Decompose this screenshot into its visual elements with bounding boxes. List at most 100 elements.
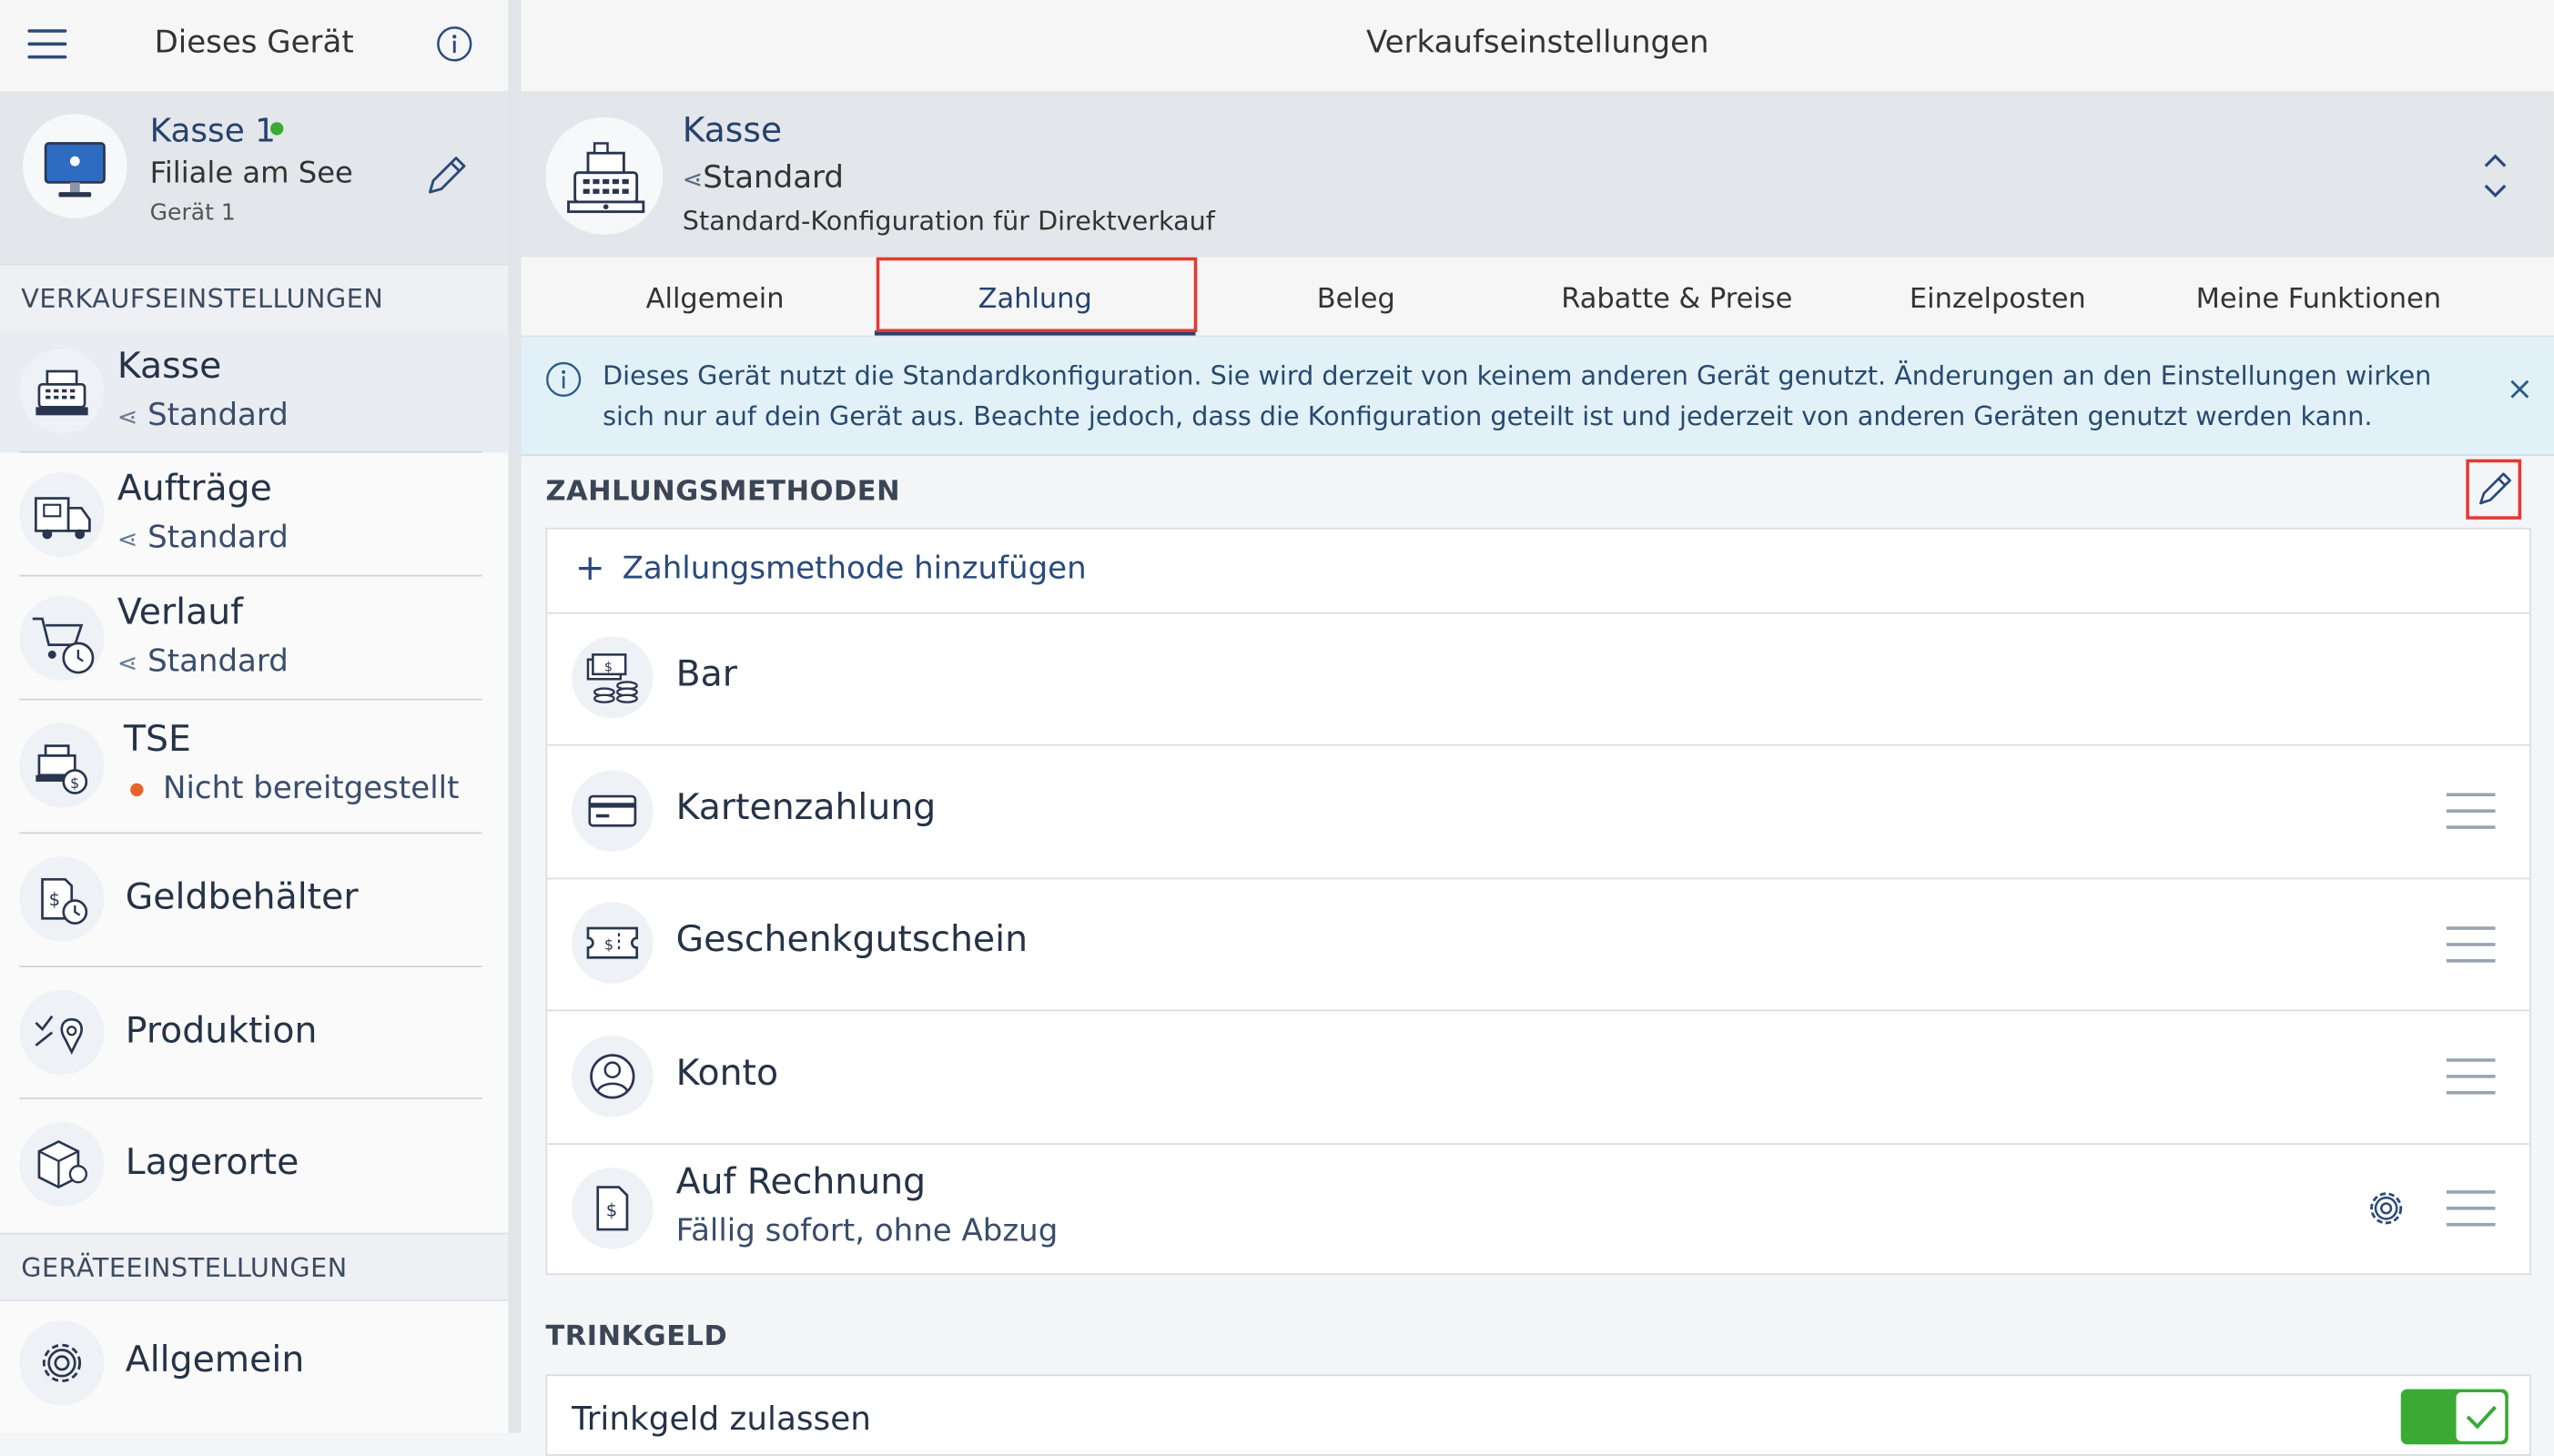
tab-allgemein[interactable]: Allgemein <box>553 258 876 336</box>
config-description: Standard-Konfiguration für Direktverkauf <box>682 205 1215 237</box>
svg-text:$: $ <box>49 889 61 910</box>
sidebar-header: Dieses Gerät <box>0 0 509 92</box>
svg-text:$: $ <box>70 774 79 792</box>
section-sales-label: VERKAUFSEINSTELLUNGEN <box>21 283 384 315</box>
plus-icon: + <box>574 549 605 590</box>
check-icon <box>2456 1392 2506 1441</box>
sidebar-item-label: Allgemein <box>125 1340 305 1381</box>
payment-label: Auf Rechnung <box>675 1162 927 1204</box>
sidebar-item-tse[interactable]: $ TSE Nicht bereitgestellt <box>0 700 508 834</box>
info-banner: Dieses Gerät nutzt die Standardkonfigura… <box>521 337 2554 457</box>
device-branch: Filiale am See <box>149 156 353 191</box>
invoice-icon: $ <box>572 1168 654 1249</box>
highlight-edit-pencil <box>2466 459 2522 520</box>
sidebar-item-label: Kasse <box>117 347 222 388</box>
online-status-dot <box>270 122 284 136</box>
tab-bar: Allgemein Zahlung Beleg Rabatte & Preise… <box>521 257 2554 338</box>
share-icon: ⋖ <box>682 164 704 194</box>
payment-sub: Fällig sofort, ohne Abzug <box>675 1213 1059 1249</box>
payment-row-konto[interactable]: Konto <box>547 1009 2530 1146</box>
tab-rabatte-preise[interactable]: Rabatte & Preise <box>1516 258 1838 336</box>
card-icon <box>572 770 654 852</box>
sidebar-item-label: Produktion <box>125 1011 318 1053</box>
config-card[interactable]: Kasse ⋖Standard Standard-Konfiguration f… <box>521 91 2554 258</box>
payment-label: Kartenzahlung <box>675 788 937 829</box>
voucher-icon: $ <box>572 902 654 984</box>
tip-card: Trinkgeld zulassen <box>545 1374 2531 1456</box>
sidebar-item-label: Geldbehälter <box>125 877 359 919</box>
sidebar: Dieses Gerät Kasse 1 Filiale am See Gerä… <box>0 0 509 1433</box>
tip-toggle[interactable] <box>2400 1389 2508 1445</box>
production-route-icon <box>19 990 105 1076</box>
drag-handle-icon[interactable] <box>2446 1190 2496 1227</box>
tip-heading: TRINKGELD <box>545 1320 728 1354</box>
sidebar-item-lagerorte[interactable]: Lagerorte <box>0 1099 508 1233</box>
cash-icon: $ <box>572 636 654 719</box>
sidebar-item-sub: Nicht bereitgestellt <box>130 770 459 806</box>
payment-row-kartenzahlung[interactable]: Kartenzahlung <box>547 744 2530 880</box>
add-payment-method-label: Zahlungsmethode hinzufügen <box>622 550 1087 587</box>
sidebar-item-sub: ⋖ Standard <box>117 397 289 434</box>
sidebar-item-verlauf[interactable]: Verlauf ⋖ Standard <box>0 576 508 701</box>
cart-history-icon <box>19 595 105 682</box>
section-sales-settings: VERKAUFSEINSTELLUNGEN <box>0 263 509 333</box>
config-profile: ⋖Standard <box>682 159 844 196</box>
expand-collapse-chevron-icon[interactable] <box>2476 147 2515 205</box>
main-panel: Verkaufseinstellungen Kasse ⋖Standard St… <box>521 0 2554 1456</box>
page-title: Verkaufseinstellungen <box>1365 24 1709 61</box>
sidebar-item-label: Aufträge <box>117 469 272 511</box>
sidebar-item-sub: ⋖ Standard <box>117 519 289 556</box>
svg-text:$: $ <box>604 935 613 953</box>
section-device-label: GERÄTEEINSTELLUNGEN <box>21 1252 348 1284</box>
delivery-truck-icon <box>19 471 105 558</box>
main-header: Verkaufseinstellungen <box>521 0 2554 92</box>
payment-label: Geschenkgutschein <box>675 920 1029 961</box>
sidebar-item-sub: ⋖ Standard <box>117 642 289 680</box>
cash-register-icon <box>19 348 105 434</box>
section-device-settings: GERÄTEEINSTELLUNGEN <box>0 1232 509 1301</box>
payment-methods-heading: ZAHLUNGSMETHODEN <box>545 475 901 509</box>
payment-methods-list: + Zahlungsmethode hinzufügen $ Bar Karte… <box>545 527 2531 1276</box>
tab-meine-funktionen[interactable]: Meine Funktionen <box>2158 258 2479 336</box>
tab-einzelposten[interactable]: Einzelposten <box>1838 258 2159 336</box>
info-icon[interactable] <box>437 26 472 62</box>
account-icon <box>572 1036 654 1117</box>
sidebar-item-kasse[interactable]: Kasse ⋖ Standard <box>0 330 509 453</box>
tab-beleg[interactable]: Beleg <box>1195 258 1516 336</box>
payment-row-geschenkgutschein[interactable]: $ Geschenkgutschein <box>547 878 2530 1012</box>
close-icon[interactable] <box>2508 378 2531 400</box>
sidebar-item-label: TSE <box>124 719 191 761</box>
payment-row-auf-rechnung[interactable]: $ Auf Rechnung Fällig sofort, ohne Abzug <box>547 1143 2529 1273</box>
tse-register-icon: $ <box>19 723 105 808</box>
storage-box-icon <box>19 1121 105 1208</box>
share-icon: ⋖ <box>117 648 138 678</box>
drag-handle-icon[interactable] <box>2446 926 2496 963</box>
payment-row-bar[interactable]: $ Bar <box>547 612 2530 746</box>
gear-icon <box>19 1320 105 1406</box>
drag-handle-icon[interactable] <box>2446 1058 2496 1095</box>
drag-handle-icon[interactable] <box>2446 793 2496 829</box>
payment-label: Bar <box>675 654 737 696</box>
highlight-tab-zahlung <box>876 257 1198 333</box>
sidebar-divider[interactable] <box>508 0 522 1433</box>
monitor-icon <box>23 114 127 218</box>
share-icon: ⋖ <box>117 402 138 432</box>
banner-text: Dieses Gerät nutzt die Standardkonfigura… <box>603 359 2432 432</box>
info-icon <box>545 361 582 398</box>
sidebar-item-allgemein[interactable]: Allgemein <box>0 1299 508 1433</box>
sidebar-title: Dieses Gerät <box>154 24 354 61</box>
share-icon: ⋖ <box>117 524 138 554</box>
sidebar-item-label: Lagerorte <box>125 1143 299 1184</box>
add-payment-method-row[interactable]: + Zahlungsmethode hinzufügen <box>547 530 2530 614</box>
svg-text:$: $ <box>606 1200 618 1221</box>
sidebar-item-auftraege[interactable]: Aufträge ⋖ Standard <box>0 452 508 577</box>
device-number: Gerät 1 <box>149 200 236 227</box>
gear-icon[interactable] <box>2365 1188 2407 1230</box>
sidebar-item-geldbehaelter[interactable]: $ Geldbehälter <box>0 834 508 967</box>
payment-label: Konto <box>675 1053 779 1095</box>
edit-device-pencil-icon[interactable] <box>421 150 472 202</box>
sidebar-item-produktion[interactable]: Produktion <box>0 967 508 1099</box>
warning-status-dot <box>130 782 144 796</box>
config-name: Kasse <box>682 110 783 150</box>
svg-text:$: $ <box>604 660 613 674</box>
